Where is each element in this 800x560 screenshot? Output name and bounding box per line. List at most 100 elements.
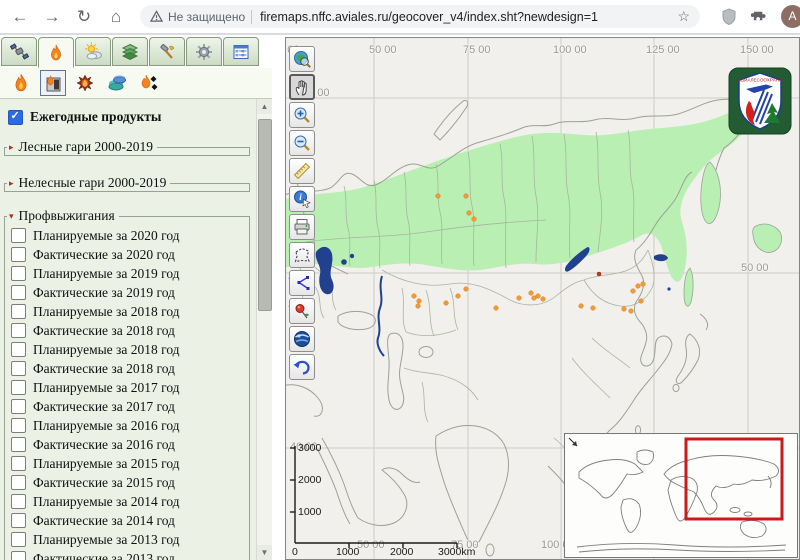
map-viewport[interactable]: 25 00 50 00 75 00 100 00 125 00 150 00 6… [285, 37, 800, 560]
profile-avatar[interactable]: A [781, 5, 800, 28]
scale-label-v3000: 3000 [298, 442, 321, 454]
printer-icon [292, 217, 312, 237]
list-item: Планируемые за 2019 год [11, 264, 180, 283]
expand-icon[interactable]: ▸ [9, 142, 14, 153]
scrollbar-thumb[interactable] [258, 119, 272, 311]
url-text[interactable]: firemaps.nffc.aviales.ru/geocover_v4/ind… [260, 10, 671, 24]
polyline-icon [292, 273, 312, 293]
subtool-fire-processing-button[interactable] [72, 70, 98, 96]
overview-collapse-icon[interactable] [569, 438, 577, 446]
tool-select-polygon-button[interactable] [289, 242, 315, 268]
weather-icon [84, 42, 103, 61]
checkbox[interactable] [11, 456, 26, 471]
grid-label-lon-125: 125 00 [646, 44, 680, 56]
undo-arrow-icon [292, 357, 312, 377]
address-bar[interactable]: Не защищено firemaps.nffc.aviales.ru/geo… [140, 5, 700, 28]
tab-reports[interactable] [223, 37, 259, 66]
checkbox[interactable] [11, 380, 26, 395]
polygon-select-icon [292, 245, 312, 265]
tool-zoom-out-button[interactable] [289, 130, 315, 156]
group-label: Лесные гари 2000-2019 [19, 139, 153, 155]
tool-measure-path-button[interactable] [289, 270, 315, 296]
tool-google-earth-button[interactable] [289, 326, 315, 352]
list-item: Планируемые за 2015 год [11, 454, 180, 473]
tab-fires[interactable] [38, 37, 74, 68]
scroll-down-button[interactable]: ▼ [257, 545, 272, 560]
divider [251, 10, 252, 24]
tool-pan-button[interactable] [289, 74, 315, 100]
tab-weather[interactable] [75, 37, 111, 66]
checkbox[interactable] [11, 399, 26, 414]
subtool-fire-points-button[interactable] [136, 70, 162, 96]
list-item: Фактические за 2017 год [11, 397, 175, 416]
extensions-puzzle-icon[interactable] [751, 8, 768, 25]
checkbox[interactable] [11, 418, 26, 433]
collapse-icon[interactable]: ▾ [9, 211, 14, 222]
grid-label-lon-100: 100 00 [553, 44, 587, 56]
fires-subtoolbar [0, 68, 272, 99]
grid-label-lon-75: 75 00 [463, 44, 491, 56]
annual-products-checkbox[interactable] [8, 110, 23, 125]
subtool-fires-button[interactable] [8, 70, 34, 96]
fire-points-icon [139, 73, 159, 93]
list-item: Фактические за 2013 год [11, 549, 175, 560]
sidebar-scrollbar[interactable]: ▲ ▼ [256, 99, 272, 560]
list-item: Планируемые за 2018 год [11, 302, 180, 321]
tool-zoom-in-button[interactable] [289, 102, 315, 128]
checkbox[interactable] [11, 285, 26, 300]
checkbox[interactable] [11, 494, 26, 509]
tool-placemark-button[interactable] [289, 298, 315, 324]
checkbox[interactable] [11, 342, 26, 357]
layers-icon [121, 43, 139, 61]
group-nonforest-burns: ▸ Нелесные гари 2000-2019 [4, 175, 250, 192]
grid-label-lat-50: 50 00 [741, 262, 769, 274]
checkbox[interactable] [11, 304, 26, 319]
home-icon[interactable]: ⌂ [104, 5, 128, 29]
tool-print-button[interactable] [289, 214, 315, 240]
back-icon[interactable]: ← [8, 5, 32, 29]
tool-zoom-extent-button[interactable] [289, 46, 315, 72]
checkbox[interactable] [11, 551, 26, 560]
overview-map[interactable] [564, 433, 798, 558]
tab-satellite[interactable] [1, 37, 37, 66]
checkbox[interactable] [11, 266, 26, 281]
tool-undo-button[interactable] [289, 354, 315, 380]
shield-extension-icon[interactable] [721, 8, 737, 26]
list-item: Планируемые за 2013 год [11, 530, 180, 549]
checkbox[interactable] [11, 228, 26, 243]
scale-label-h2000: 2000 [390, 546, 413, 558]
checkbox[interactable] [11, 475, 26, 490]
pushpin-icon [292, 301, 312, 321]
expand-icon[interactable]: ▸ [9, 178, 14, 189]
list-item: Фактические за 2015 год [11, 473, 175, 492]
tool-identify-button[interactable]: i [289, 186, 315, 212]
tools-hammer-icon [158, 43, 176, 61]
tab-tools[interactable] [149, 37, 185, 66]
subtool-data-layers-button[interactable] [104, 70, 130, 96]
fire-icon [11, 73, 31, 93]
checkbox[interactable] [11, 532, 26, 547]
scroll-up-button[interactable]: ▲ [257, 99, 272, 114]
fire-processing-icon [75, 73, 95, 93]
group-prescribed-burns: ▾ Профвыжигания Планируемые за 2020 год … [4, 208, 250, 560]
security-label: Не защищено [168, 10, 245, 24]
report-table-icon [232, 43, 250, 61]
checkbox[interactable] [11, 247, 26, 262]
subtool-fire-archive-button[interactable] [40, 70, 66, 96]
checkbox[interactable] [11, 323, 26, 338]
checkbox[interactable] [11, 513, 26, 528]
tool-measure-button[interactable] [289, 158, 315, 184]
tab-settings[interactable] [186, 37, 222, 66]
fire-archive-icon [43, 73, 63, 93]
checkbox[interactable] [11, 437, 26, 452]
reload-icon[interactable]: ↻ [72, 5, 96, 29]
forward-icon[interactable]: → [40, 5, 64, 29]
tab-layers[interactable] [112, 37, 148, 66]
scale-label-h3000: 3000km [438, 546, 475, 558]
checkbox[interactable] [11, 361, 26, 376]
bookmark-star-icon[interactable]: ☆ [677, 8, 690, 25]
list-item: Фактические за 2019 год [11, 283, 175, 302]
browser-toolbar: ← → ↻ ⌂ Не защищено firemaps.nffc.aviale… [0, 0, 800, 35]
annual-products-label: Ежегодные продукты [30, 109, 161, 125]
overview-world-map [565, 434, 797, 557]
